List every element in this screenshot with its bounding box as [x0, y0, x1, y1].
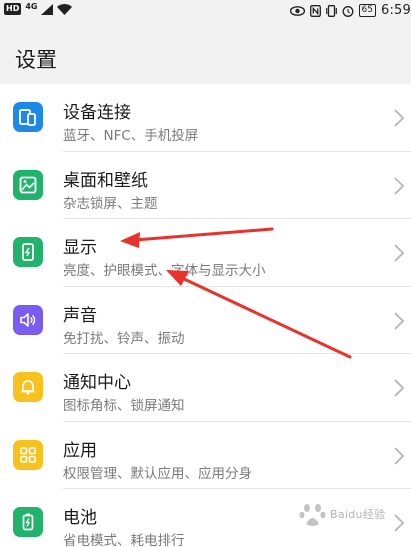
item-title: 电池 [63, 508, 97, 528]
item-subtitle: 省电模式、耗电排行 [63, 533, 185, 547]
page-title: 设置 [15, 48, 57, 72]
item-title: 声音 [63, 305, 97, 326]
settings-item-apps[interactable]: 应用 权限管理、默认应用、应用分身 [0, 421, 411, 489]
item-subtitle: 亮度、护眼模式、字体与显示大小 [63, 263, 266, 279]
status-time: 6:59 [381, 3, 411, 18]
battery-level: 65 [358, 4, 376, 17]
item-subtitle: 杂志锁屏、主题 [63, 195, 158, 212]
alarm-icon [342, 5, 353, 17]
settings-item-device-connection[interactable]: 设备连接 蓝牙、NFC、手机投屏 [0, 84, 411, 152]
item-title: 桌面和壁纸 [63, 170, 148, 191]
device-connection-icon [13, 102, 43, 132]
settings-list: 设备连接 蓝牙、NFC、手机投屏 桌面和壁纸 杂志锁屏、主题 显示 亮度、护眼模… [0, 84, 411, 547]
paw-logo-icon [299, 504, 326, 526]
chevron-right-icon [394, 379, 405, 397]
display-icon [13, 237, 43, 267]
item-title: 设备连接 [63, 103, 131, 123]
item-subtitle: 蓝牙、NFC、手机投屏 [63, 128, 199, 144]
chevron-right-icon [394, 109, 405, 127]
settings-item-notification-center[interactable]: 通知中心 图标角标、锁屏通知 [0, 354, 411, 422]
wallpaper-icon [13, 169, 43, 200]
chevron-right-icon [394, 244, 405, 262]
battery-icon [13, 507, 43, 537]
hd-badge: HD [4, 3, 22, 15]
item-title: 应用 [63, 440, 97, 461]
nfc-icon [309, 4, 321, 17]
network-type: 4G [25, 1, 38, 11]
baidu-watermark: Baidu经验 [298, 492, 406, 542]
status-right: 65 6:59 [289, 3, 411, 18]
item-title: 显示 [63, 238, 97, 258]
apps-grid-icon [13, 439, 43, 470]
chevron-right-icon [394, 446, 405, 465]
chevron-right-icon [394, 176, 405, 195]
item-title: 通知中心 [63, 373, 131, 393]
wifi-icon [57, 3, 73, 15]
status-left: HD 4G [4, 1, 73, 15]
bell-icon [13, 372, 43, 402]
watermark-text: Baidu经验 [330, 508, 386, 521]
settings-item-desktop-wallpaper[interactable]: 桌面和壁纸 杂志锁屏、主题 [0, 151, 411, 219]
chevron-right-icon [394, 311, 405, 330]
settings-header: 设置 [0, 22, 411, 84]
item-subtitle: 权限管理、默认应用、应用分身 [63, 465, 252, 482]
settings-item-sound[interactable]: 声音 免打扰、铃声、振动 [0, 286, 411, 354]
item-subtitle: 免打扰、铃声、振动 [63, 330, 185, 347]
vibrate-icon [325, 4, 337, 17]
signal-icon [41, 3, 54, 15]
settings-item-display[interactable]: 显示 亮度、护眼模式、字体与显示大小 [0, 219, 411, 287]
eye-icon [289, 5, 305, 16]
item-subtitle: 图标角标、锁屏通知 [63, 398, 185, 414]
sound-icon [13, 304, 43, 335]
status-bar: HD 4G 65 6:59 [0, 0, 411, 22]
